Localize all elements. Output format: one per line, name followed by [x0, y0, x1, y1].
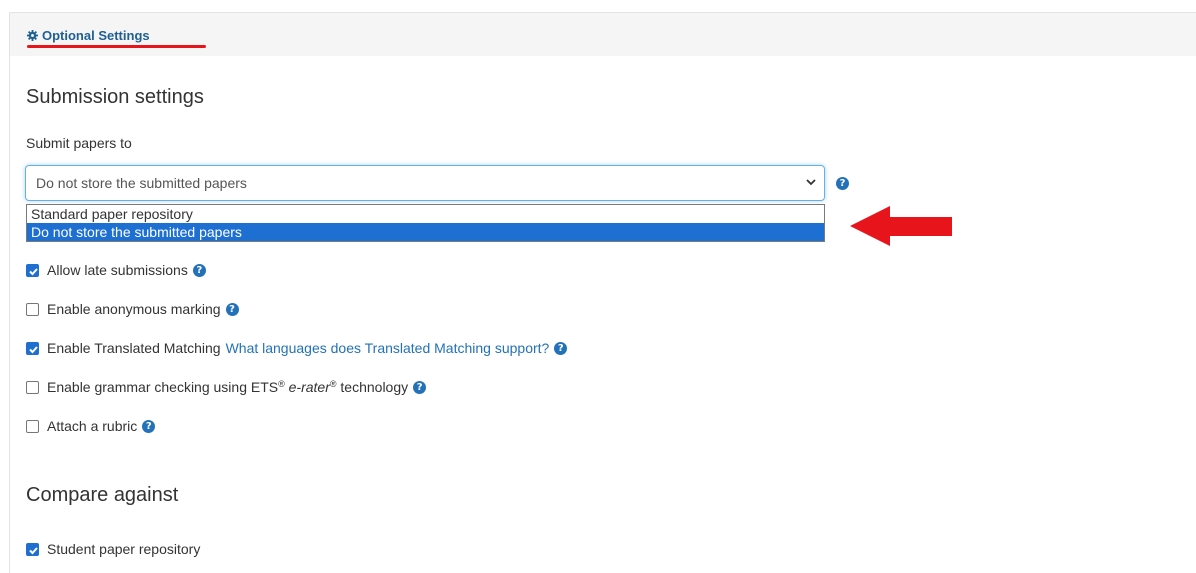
- attach-rubric-checkbox[interactable]: [26, 419, 39, 433]
- attach-rubric-row: Attach a rubric ?: [26, 418, 156, 434]
- checkmark-icon: [29, 267, 38, 275]
- grammar-suffix: technology: [340, 379, 409, 395]
- submission-settings-heading: Submission settings: [26, 86, 204, 108]
- anonymous-marking-label: Enable anonymous marking: [47, 301, 221, 317]
- gear-icon: [27, 30, 38, 41]
- help-icon[interactable]: ?: [192, 263, 206, 277]
- student-paper-repository-row: Student paper repository: [26, 541, 200, 557]
- grammar-checking-row: Enable grammar checking using ETS® e-rat…: [26, 379, 427, 395]
- chevron-down-icon: [806, 179, 816, 186]
- option-standard-repository[interactable]: Standard paper repository: [27, 205, 824, 223]
- option-do-not-store[interactable]: Do not store the submitted papers: [27, 223, 824, 241]
- registered-mark: ®: [329, 379, 337, 389]
- anonymous-marking-row: Enable anonymous marking ?: [26, 301, 239, 317]
- grammar-checking-label: Enable grammar checking using ETS® e-rat…: [47, 379, 408, 395]
- translated-matching-label: Enable Translated Matching: [47, 340, 221, 356]
- annotation-arrow: [850, 206, 952, 246]
- checkmark-icon: [29, 546, 38, 554]
- erater-text: e-rater: [288, 379, 330, 395]
- submit-papers-label: Submit papers to: [26, 135, 132, 151]
- panel-header[interactable]: Optional Settings: [10, 13, 1196, 56]
- help-icon[interactable]: ?: [413, 380, 427, 394]
- attach-rubric-label: Attach a rubric: [47, 418, 138, 434]
- optional-settings-title: Optional Settings: [42, 28, 150, 43]
- translated-matching-languages-link[interactable]: What languages does Translated Matching …: [226, 340, 550, 356]
- grammar-prefix: Enable grammar checking using ETS: [47, 379, 279, 395]
- submit-papers-select[interactable]: Do not store the submitted papers: [25, 165, 825, 201]
- allow-late-checkbox[interactable]: [26, 263, 39, 277]
- help-icon[interactable]: ?: [836, 177, 849, 190]
- annotation-underline: [27, 45, 206, 48]
- checkmark-icon: [29, 345, 38, 353]
- compare-against-heading: Compare against: [26, 484, 179, 506]
- optional-settings-toggle[interactable]: Optional Settings: [27, 28, 150, 43]
- translated-matching-row: Enable Translated Matching What language…: [26, 340, 568, 356]
- allow-late-submissions-row: Allow late submissions ?: [26, 262, 206, 278]
- allow-late-label: Allow late submissions: [47, 262, 188, 278]
- registered-mark: ®: [278, 379, 285, 389]
- student-repository-label: Student paper repository: [47, 541, 201, 557]
- help-icon[interactable]: ?: [225, 302, 239, 316]
- help-icon[interactable]: ?: [554, 341, 568, 355]
- translated-matching-checkbox[interactable]: [26, 341, 39, 355]
- submit-papers-dropdown: Standard paper repository Do not store t…: [26, 204, 825, 242]
- anonymous-marking-checkbox[interactable]: [26, 302, 39, 316]
- grammar-checking-checkbox[interactable]: [26, 380, 39, 394]
- select-value: Do not store the submitted papers: [36, 175, 247, 191]
- student-repository-checkbox[interactable]: [26, 542, 39, 556]
- help-icon[interactable]: ?: [142, 419, 156, 433]
